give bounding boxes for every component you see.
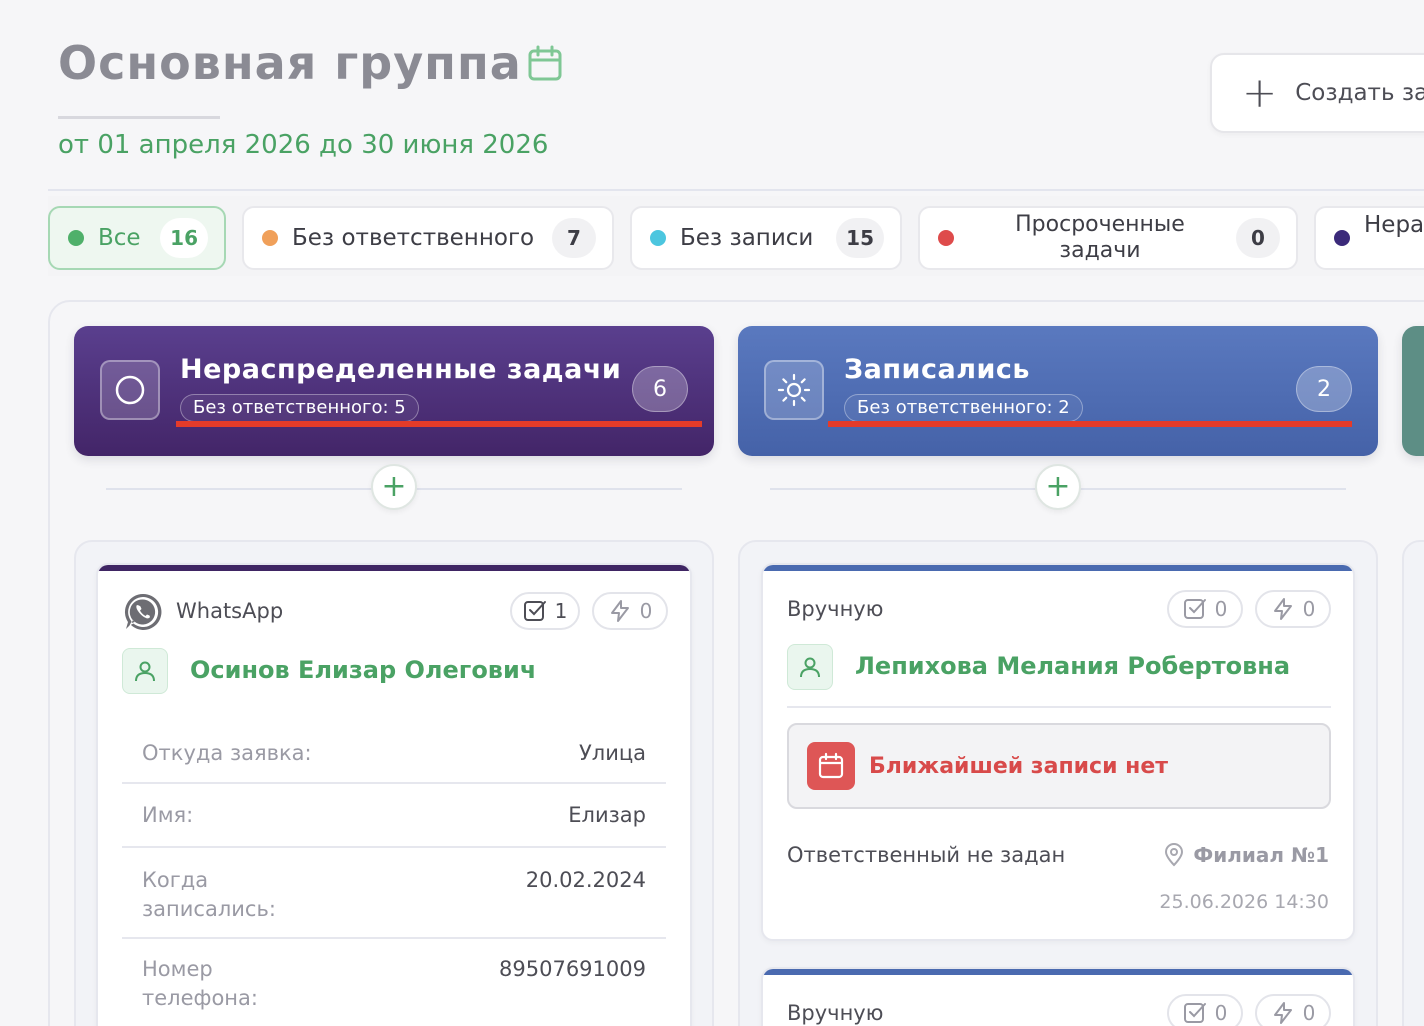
status-dot-icon	[68, 230, 84, 246]
status-dot-icon	[262, 230, 278, 246]
column-count-badge: 6	[632, 366, 688, 412]
circle-icon	[100, 360, 160, 420]
field-value: 20.02.2024	[525, 868, 646, 892]
filter-unassigned[interactable]: Нера	[1314, 206, 1424, 270]
field-row: Откуда заявка: Улица	[122, 717, 666, 781]
card-source: Вручную	[787, 1001, 884, 1025]
responsible-text: Ответственный не задан	[787, 843, 1066, 867]
card-color-bar	[763, 565, 1353, 571]
calendar-icon	[807, 742, 855, 790]
column-subtitle: Без ответственного: 2	[844, 394, 1083, 422]
filter-count: 16	[160, 218, 208, 258]
sun-icon	[764, 360, 824, 420]
plus-icon: +	[1242, 68, 1278, 117]
filter-count: 0	[1236, 218, 1280, 258]
calendar-icon[interactable]	[528, 45, 562, 81]
filter-label: Просроченные задачи	[1015, 212, 1185, 263]
column-title: Записались	[844, 354, 1030, 385]
filter-no-responsible[interactable]: Без ответственного 7	[242, 206, 614, 270]
column-lane	[1402, 540, 1424, 1026]
add-task-button[interactable]: +	[1035, 464, 1081, 510]
filters-divider	[48, 189, 1424, 191]
card-color-bar	[763, 969, 1353, 975]
branch-label: Филиал №1	[1163, 843, 1329, 867]
field-value: Елизар	[568, 803, 646, 827]
column-header-next[interactable]	[1402, 326, 1424, 456]
column-subtitle: Без ответственного: 5	[180, 394, 419, 422]
no-record-notice[interactable]: Ближайшей записи нет	[787, 723, 1331, 809]
field-row: Когда записались: 20.02.2024	[122, 846, 666, 938]
lightning-icon	[610, 600, 629, 622]
subtasks-counter[interactable]: 1	[510, 592, 580, 630]
card-divider	[787, 706, 1331, 708]
actions-counter[interactable]: 0	[1255, 994, 1331, 1026]
actions-counter[interactable]: 0	[592, 592, 668, 630]
field-row: Имя: Елизар	[122, 782, 666, 846]
actions-count: 0	[1302, 1001, 1316, 1025]
checkbox-icon	[1183, 599, 1206, 619]
field-row: Номер телефона: 89507691009	[122, 937, 666, 1026]
person-icon	[122, 648, 168, 694]
person-icon	[787, 644, 833, 690]
no-record-text: Ближайшей записи нет	[869, 753, 1169, 779]
filter-count: 15	[836, 218, 884, 258]
filter-label: Без ответственного	[292, 225, 535, 251]
field-value: Улица	[578, 741, 646, 765]
field-label: Номер телефона:	[142, 957, 258, 1010]
task-card[interactable]: Вручную 0 0	[761, 967, 1355, 1026]
add-task-button[interactable]: +	[371, 464, 417, 510]
checkbox-icon	[523, 601, 546, 621]
subtasks-count: 0	[1214, 1001, 1228, 1025]
title-divider	[58, 116, 220, 119]
status-dot-icon	[1334, 230, 1350, 246]
actions-count: 0	[639, 599, 653, 623]
date-range[interactable]: от 01 апреля 2026 до 30 июня 2026	[58, 130, 548, 160]
card-source: Вручную	[787, 597, 884, 621]
status-dot-icon	[650, 230, 666, 246]
field-label: Имя:	[142, 803, 194, 827]
create-task-label: Создать за	[1295, 80, 1424, 106]
location-pin-icon	[1165, 843, 1184, 867]
whatsapp-icon	[124, 593, 162, 630]
subtasks-counter[interactable]: 0	[1167, 590, 1243, 628]
filter-count: 7	[552, 218, 596, 258]
filter-no-record[interactable]: Без записи 15	[630, 206, 902, 270]
card-timestamp: 25.06.2026 14:30	[1159, 891, 1329, 913]
branch-name: Филиал №1	[1193, 843, 1329, 867]
column-title: Нераспределенные задачи	[180, 354, 622, 385]
column-count-badge: 2	[1296, 366, 1352, 412]
filter-label: Все	[98, 225, 141, 251]
checkbox-icon	[1183, 1003, 1206, 1023]
subtasks-count: 0	[1214, 597, 1228, 621]
card-source: WhatsApp	[176, 599, 284, 623]
card-color-bar	[98, 565, 690, 571]
filter-overdue[interactable]: Просроченные задачи 0	[918, 206, 1298, 270]
highlight-underline	[828, 421, 1352, 427]
task-card[interactable]: WhatsApp 1 0 Осинов Елизар Олегович Отку…	[96, 563, 692, 1026]
subtasks-counter[interactable]: 0	[1167, 994, 1243, 1026]
lightning-icon	[1273, 1002, 1292, 1024]
field-label: Откуда заявка:	[142, 741, 312, 765]
column-header-signed-up[interactable]: Записались Без ответственного: 2 2	[738, 326, 1378, 456]
field-label: Когда записались:	[142, 868, 276, 921]
client-name[interactable]: Лепихова Мелания Робертовна	[855, 652, 1290, 680]
status-dot-icon	[938, 230, 954, 246]
filter-label: Нера	[1364, 212, 1424, 238]
highlight-underline	[176, 421, 702, 427]
subtasks-count: 1	[554, 599, 568, 623]
lightning-icon	[1273, 598, 1292, 620]
field-value[interactable]: 89507691009	[499, 955, 646, 984]
actions-count: 0	[1302, 597, 1316, 621]
filter-label: Без записи	[680, 225, 814, 251]
task-card[interactable]: Вручную 0 0 Лепихова Мелания Робертовна …	[761, 563, 1355, 941]
page-title: Основная группа	[58, 36, 522, 90]
column-header-unassigned[interactable]: Нераспределенные задачи Без ответственно…	[74, 326, 714, 456]
create-task-button[interactable]: + Создать за	[1210, 53, 1424, 133]
actions-counter[interactable]: 0	[1255, 590, 1331, 628]
filter-all[interactable]: Все 16	[48, 206, 226, 270]
client-name[interactable]: Осинов Елизар Олегович	[190, 656, 536, 684]
